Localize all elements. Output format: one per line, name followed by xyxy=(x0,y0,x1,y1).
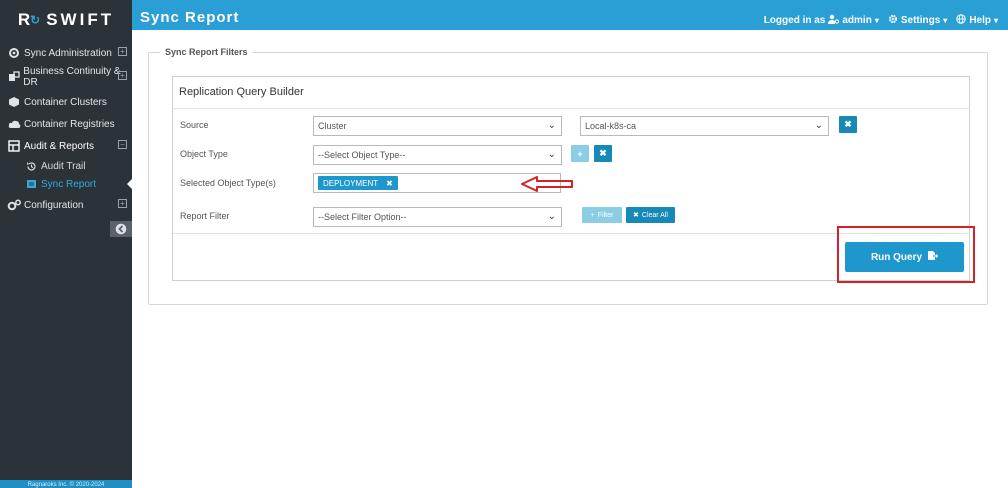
settings-label: Settings xyxy=(900,15,941,26)
sync-admin-icon xyxy=(7,46,21,60)
chevron-down-icon: ⌄ xyxy=(814,120,823,131)
source-type-select[interactable]: Cluster ⌄ xyxy=(313,116,562,136)
close-icon: ✖ xyxy=(633,212,639,219)
user-menu[interactable]: Logged in as admin ▾ xyxy=(764,14,879,27)
globe-icon xyxy=(956,14,967,27)
clear-all-button[interactable]: ✖ Clear All xyxy=(626,207,675,223)
report-icon xyxy=(25,178,37,190)
brand-name: SWIFT xyxy=(46,10,115,29)
add-object-type-button[interactable]: + xyxy=(571,145,589,162)
gears-icon xyxy=(7,198,21,212)
sidebar-item-label: Container Clusters xyxy=(24,96,107,108)
sidebar-item-container-registries[interactable]: Container Registries xyxy=(0,113,132,135)
object-type-label: Object Type xyxy=(180,149,228,159)
reports-icon xyxy=(7,139,21,153)
annotation-arrow-icon xyxy=(521,176,573,192)
close-icon: ✖ xyxy=(844,119,852,129)
report-filter-label: Report Filter xyxy=(180,211,230,221)
run-query-label: Run Query xyxy=(870,251,923,263)
object-type-select[interactable]: --Select Object Type-- ⌄ xyxy=(313,145,562,165)
close-icon: ✖ xyxy=(599,148,607,158)
source-label: Source xyxy=(180,120,209,130)
filter-button[interactable]: + Filter xyxy=(582,207,622,223)
source-type-value: Cluster xyxy=(318,121,347,131)
page-title: Sync Report xyxy=(140,9,240,26)
brand-logo[interactable]: R↻ SWIFT xyxy=(0,0,132,40)
sidebar-subitem-label: Sync Report xyxy=(41,178,97,190)
plus-icon: + xyxy=(590,211,595,219)
remove-object-type-button[interactable]: ✖ xyxy=(594,145,612,162)
chevron-down-icon: ▾ xyxy=(943,16,948,25)
top-bar: Sync Report Logged in as admin ▾ Setting… xyxy=(132,0,1008,30)
report-filter-select[interactable]: --Select Filter Option-- ⌄ xyxy=(313,207,562,227)
chevron-down-icon: ▾ xyxy=(993,16,998,25)
chevron-down-icon: ⌄ xyxy=(547,211,556,222)
sidebar-item-label: Container Registries xyxy=(24,118,115,130)
top-right-menu: Logged in as admin ▾ Settings ▾ Help ▾ xyxy=(764,14,998,27)
registries-icon xyxy=(7,117,21,131)
sidebar-item-label: Audit & Reports xyxy=(24,140,95,152)
tag-label: DEPLOYMENT xyxy=(323,178,379,188)
logged-in-label: Logged in as xyxy=(763,15,826,26)
sidebar-subitem-label: Audit Trail xyxy=(41,160,86,172)
expand-icon[interactable]: + xyxy=(118,71,127,80)
arrow-left-circle-icon xyxy=(115,223,127,235)
settings-menu[interactable]: Settings ▾ xyxy=(888,14,947,27)
filters-legend: Sync Report Filters xyxy=(160,47,253,57)
object-type-value: --Select Object Type-- xyxy=(318,150,406,160)
sidebar-item-sync-administration[interactable]: Sync Administration + xyxy=(0,42,132,64)
run-query-button[interactable]: Run Query xyxy=(845,242,964,272)
remove-source-button[interactable]: ✖ xyxy=(839,116,857,133)
help-menu[interactable]: Help ▾ xyxy=(956,14,998,27)
collapse-sidebar-button[interactable] xyxy=(110,221,132,237)
filter-button-label: Filter xyxy=(597,211,614,219)
sidebar-item-audit-reports[interactable]: Audit & Reports − xyxy=(0,135,132,157)
tag-remove-icon[interactable]: ✖ xyxy=(386,179,393,188)
history-icon xyxy=(25,160,37,172)
sidebar-subitem-audit-trail[interactable]: Audit Trail xyxy=(0,157,132,175)
clear-all-label: Clear All xyxy=(641,211,668,219)
object-type-tag: DEPLOYMENT ✖ xyxy=(318,176,398,190)
sidebar-item-container-clusters[interactable]: Container Clusters xyxy=(0,91,132,113)
sidebar-footer: Ragnaroks Inc. © 2020-2024 xyxy=(0,480,132,488)
sidebar: R↻ SWIFT Sync Administration + Business … xyxy=(0,0,132,488)
username: admin xyxy=(842,15,872,26)
sidebar-item-label: Sync Administration xyxy=(24,47,112,59)
chevron-down-icon: ⌄ xyxy=(547,120,556,131)
collapse-icon[interactable]: − xyxy=(118,140,127,149)
sidebar-item-configuration[interactable]: Configuration + xyxy=(0,194,132,216)
source-cluster-select[interactable]: Local-k8s-ca ⌄ xyxy=(580,116,829,136)
bcdr-icon xyxy=(7,70,20,84)
sidebar-subitem-sync-report[interactable]: Sync Report xyxy=(0,175,132,193)
sidebar-item-business-continuity[interactable]: Business Continuity & DR + xyxy=(0,66,132,88)
gear-icon xyxy=(888,14,898,27)
selected-object-types-label: Selected Object Type(s) xyxy=(180,178,276,188)
plus-icon: + xyxy=(577,148,583,159)
report-filter-value: --Select Filter Option-- xyxy=(318,212,407,222)
help-label: Help xyxy=(969,15,991,26)
user-cog-icon xyxy=(828,14,840,27)
sidebar-item-label: Business Continuity & DR xyxy=(23,66,121,88)
file-export-icon xyxy=(927,250,939,264)
query-builder-title: Replication Query Builder xyxy=(179,86,304,98)
source-cluster-value: Local-k8s-ca xyxy=(585,121,637,131)
clusters-icon xyxy=(7,95,21,109)
expand-icon[interactable]: + xyxy=(118,47,127,56)
chevron-down-icon: ⌄ xyxy=(547,149,556,160)
expand-icon[interactable]: + xyxy=(118,199,127,208)
chevron-down-icon: ▾ xyxy=(874,16,879,25)
logo-mark-icon: R↻ xyxy=(17,10,41,29)
sidebar-item-label: Configuration xyxy=(24,199,84,211)
